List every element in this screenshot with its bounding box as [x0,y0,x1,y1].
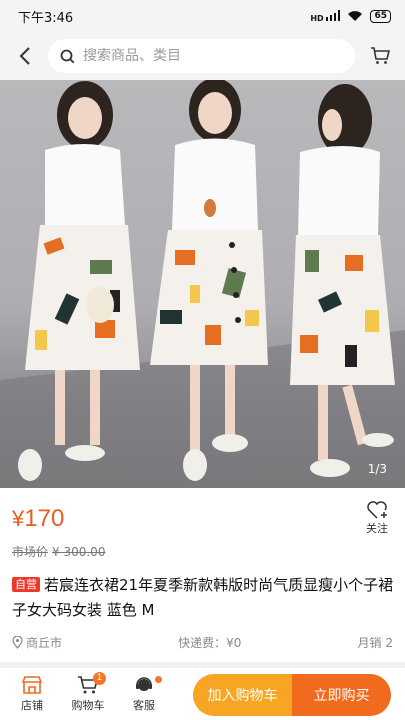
status-time: 下午3:46 [18,10,74,26]
cart-tab[interactable]: 1 购物车 [60,668,116,720]
monthly-sales: 月销 2 [357,636,393,650]
top-nav [0,32,405,80]
add-to-cart-button[interactable]: 加入购物车 [193,674,292,716]
heart-plus-icon [367,501,387,519]
back-button[interactable] [10,41,40,71]
product-title: 自营 若宸连衣裙21年夏季新款韩版时尚气质显瘦小个子裙子女大码女装 蓝色 M [12,573,397,623]
product-photo [0,80,405,488]
cart-icon [371,47,390,64]
service-label: 客服 [133,699,155,712]
service-dot [155,676,162,683]
signal-icon: HD [310,9,341,23]
price-value: 170 [24,505,65,532]
follow-button[interactable]: 关注 [359,500,395,536]
price-text: ¥170 [12,505,64,532]
market-price: 市场价 ¥ 300.00 [12,543,105,560]
product-meta: 商丘市 快递费：¥0 月销 2 [12,634,393,651]
product-title-text: 若宸连衣裙21年夏季新款韩版时尚气质显瘦小个子裙子女大码女装 蓝色 M [12,576,394,619]
battery-level: 65 [374,10,387,21]
search-box[interactable] [48,39,355,73]
status-bar: 下午3:46 HD 65 [0,0,405,32]
price-currency: ¥ [12,506,25,531]
search-icon [60,49,75,63]
buy-now-button[interactable]: 立即购买 [292,674,391,716]
back-arrow-icon [19,47,30,65]
service-tab[interactable]: 客服 [116,668,172,720]
status-icons: HD 65 [310,9,391,23]
wifi-icon [348,11,363,21]
battery-icon: 65 [370,9,391,23]
purchase-buttons: 加入购物车 立即购买 [193,674,391,716]
cart-label: 购物车 [71,699,105,712]
follow-label: 关注 [366,522,388,535]
shop-label: 店铺 [21,699,43,712]
location: 商丘市 [12,634,62,651]
customer-service-icon [136,677,152,691]
location-text: 商丘市 [26,636,63,650]
search-input[interactable] [83,48,323,64]
price: ¥170 [12,505,64,533]
shop-icon [21,676,43,694]
shipping-fee: 快递费：¥0 [178,636,242,650]
product-image[interactable]: 1/3 [0,80,405,488]
location-pin-icon [12,636,23,649]
signal-text: HD [310,13,324,23]
cart-button[interactable] [365,41,395,71]
shop-tab[interactable]: 店铺 [4,668,60,720]
market-price-value: ¥ 300.00 [52,545,106,559]
self-operated-badge: 自营 [12,577,40,592]
cart-badge: 1 [93,672,106,685]
market-price-label: 市场价 [12,545,49,559]
image-counter: 1/3 [367,462,387,476]
